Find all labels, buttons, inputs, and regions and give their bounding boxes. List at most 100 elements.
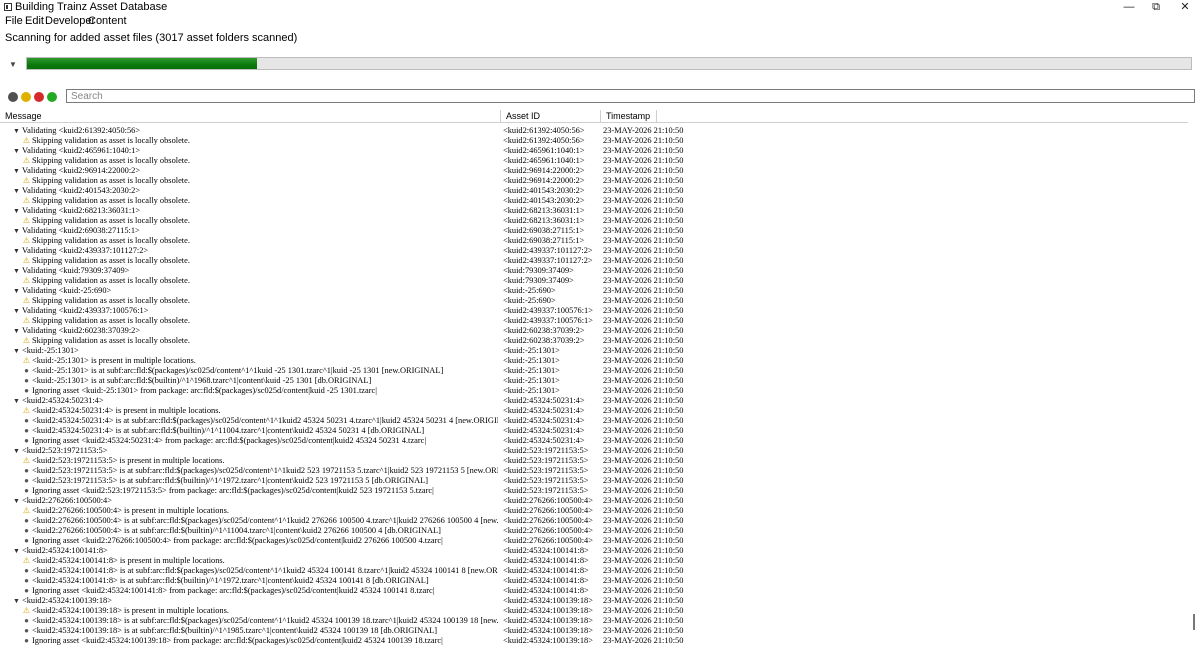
log-row[interactable]: ● <kuid2:45324:50231:4> is at subf:arc:fl… <box>0 416 1185 426</box>
log-row[interactable]: ● Ignoring asset <kuid2:45324:50231:4> fr… <box>0 436 1185 446</box>
log-row[interactable]: ⚠ Skipping validation as asset is locally… <box>0 296 1185 306</box>
expand-triangle-icon[interactable]: ▼ <box>12 146 21 156</box>
column-header-timestamp[interactable]: Timestamp <box>601 110 657 122</box>
log-row[interactable]: ⚠ <kuid2:45324:100141:8> is present in mu… <box>0 556 1185 566</box>
menu-content[interactable]: Content <box>88 15 127 27</box>
log-row[interactable]: ● Ignoring asset <kuid2:276266:100500:4> … <box>0 536 1185 546</box>
info-icon: ● <box>24 586 29 595</box>
log-row[interactable]: ⚠ <kuid2:523:19721153:5> is present in mu… <box>0 456 1185 466</box>
log-row[interactable]: ⚠ Skipping validation as asset is locally… <box>0 316 1185 326</box>
log-row[interactable]: ▼ <kuid:-25:1301> <kuid:-25:1301> 23-MAY-20… <box>0 346 1185 356</box>
log-row[interactable]: ● Ignoring asset <kuid2:45324:100139:18> … <box>0 636 1185 645</box>
log-row[interactable]: ⚠ <kuid2:45324:100139:18> is present in m… <box>0 606 1185 616</box>
log-message-text: Ignoring asset <kuid2:45324:100139:18> f… <box>32 636 443 645</box>
log-row[interactable]: ⚠ Skipping validation as asset is locally… <box>0 156 1185 166</box>
expand-triangle-icon[interactable]: ▼ <box>12 306 21 316</box>
log-row[interactable]: ▼ <kuid2:523:19721153:5> <kuid2:523:197211… <box>0 446 1185 456</box>
log-asset-id-cell: <kuid2:276266:100500:4> <box>503 496 593 505</box>
log-row[interactable]: ● <kuid2:45324:100141:8> is at subf:arc:f… <box>0 566 1185 576</box>
log-row[interactable]: ● <kuid2:45324:100139:18> is at subf:arc:… <box>0 626 1185 636</box>
log-row[interactable]: ▼ <kuid2:45324:100141:8> <kuid2:45324:1001… <box>0 546 1185 556</box>
log-row[interactable]: ▼ Validating <kuid2:96914:22000:2> <kuid2:… <box>0 166 1185 176</box>
column-header-message[interactable]: Message <box>0 110 501 122</box>
log-row[interactable]: ⚠ Skipping validation as asset is locally… <box>0 176 1185 186</box>
log-row[interactable]: ● Ignoring asset <kuid2:523:19721153:5> f… <box>0 486 1185 496</box>
vertical-scrollbar[interactable] <box>1188 122 1200 645</box>
filter-all-dot[interactable] <box>8 92 18 102</box>
log-row[interactable]: ⚠ Skipping validation as asset is locally… <box>0 216 1185 226</box>
log-row[interactable]: ▼ Validating <kuid2:439337:100576:1> <kuid… <box>0 306 1185 316</box>
menu-file[interactable]: File <box>5 15 23 27</box>
warning-icon: ⚠ <box>22 356 31 365</box>
expand-triangle-icon[interactable]: ▼ <box>12 186 21 196</box>
log-row[interactable]: ● <kuid:-25:1301> is at subf:arc:fld:$(pa… <box>0 366 1185 376</box>
menu-edit[interactable]: Edit <box>25 15 44 27</box>
log-row[interactable]: ● <kuid2:276266:100500:4> is at subf:arc:… <box>0 526 1185 536</box>
log-row[interactable]: ● Ignoring asset <kuid2:45324:100141:8> f… <box>0 586 1185 596</box>
log-row[interactable]: ⚠ Skipping validation as asset is locally… <box>0 236 1185 246</box>
log-row[interactable]: ▼ Validating <kuid2:401543:2030:2> <kuid2:… <box>0 186 1185 196</box>
maximize-button[interactable]: ⧉ <box>1145 0 1167 14</box>
log-row[interactable]: ▼ Validating <kuid2:465961:1040:1> <kuid2:… <box>0 146 1185 156</box>
expand-triangle-icon[interactable]: ▼ <box>12 286 21 296</box>
log-row[interactable]: ▼ Validating <kuid:-25:690> <kuid:-25:690>… <box>0 286 1185 296</box>
log-row[interactable]: ● Ignoring asset <kuid:-25:1301> from pac… <box>0 386 1185 396</box>
log-row[interactable]: ● <kuid2:276266:100500:4> is at subf:arc:… <box>0 516 1185 526</box>
log-message-text: <kuid2:45324:100141:8> <box>22 546 108 555</box>
log-asset-id-cell: <kuid2:276266:100500:4> <box>503 516 593 525</box>
log-row[interactable]: ▼ <kuid2:276266:100500:4> <kuid2:276266:10… <box>0 496 1185 506</box>
filter-warning-dot[interactable] <box>21 92 31 102</box>
log-row[interactable]: ⚠ Skipping validation as asset is locally… <box>0 276 1185 286</box>
log-row[interactable]: ● <kuid2:523:19721153:5> is at subf:arc:f… <box>0 476 1185 486</box>
expand-triangle-icon[interactable]: ▼ <box>12 126 21 136</box>
log-message-text: <kuid2:45324:100141:8> is present in mul… <box>32 556 225 565</box>
log-row[interactable]: ▼ <kuid2:45324:50231:4> <kuid2:45324:50231… <box>0 396 1185 406</box>
log-row[interactable]: ▼ <kuid2:45324:100139:18> <kuid2:45324:100… <box>0 596 1185 606</box>
log-row[interactable]: ▼ Validating <kuid:79309:37409> <kuid:7930… <box>0 266 1185 276</box>
expand-triangle-icon[interactable]: ▼ <box>12 326 21 336</box>
expand-triangle-icon[interactable]: ▼ <box>12 246 21 256</box>
log-row[interactable]: ● <kuid2:45324:100141:8> is at subf:arc:f… <box>0 576 1185 586</box>
log-row[interactable]: ▼ Validating <kuid2:68213:36031:1> <kuid2:… <box>0 206 1185 216</box>
log-row[interactable]: ▼ Validating <kuid2:69038:27115:1> <kuid2:… <box>0 226 1185 236</box>
log-row[interactable]: ● <kuid2:45324:50231:4> is at subf:arc:fl… <box>0 426 1185 436</box>
log-row[interactable]: ▼ Validating <kuid2:61392:4050:56> <kuid2:… <box>0 126 1185 136</box>
scroll-thumb[interactable] <box>1193 614 1195 630</box>
expand-triangle-icon[interactable]: ▼ <box>12 346 21 356</box>
expand-triangle-icon[interactable]: ▼ <box>12 596 21 606</box>
log-row[interactable]: ● <kuid2:523:19721153:5> is at subf:arc:f… <box>0 466 1185 476</box>
log-row[interactable]: ⚠ <kuid:-25:1301> is present in multiple … <box>0 356 1185 366</box>
log-row[interactable]: ● <kuid:-25:1301> is at subf:arc:fld:$(bu… <box>0 376 1185 386</box>
log-message-cell: ● <kuid2:45324:50231:4> is at subf:arc:fl… <box>0 426 498 436</box>
expand-triangle-icon[interactable]: ▼ <box>12 546 21 556</box>
warning-icon: ⚠ <box>22 176 31 185</box>
close-button[interactable]: ✕ <box>1174 0 1196 14</box>
log-row[interactable]: ⚠ Skipping validation as asset is locally… <box>0 336 1185 346</box>
log-message-cell: ⚠ Skipping validation as asset is locally… <box>0 176 498 186</box>
log-row[interactable]: ⚠ Skipping validation as asset is locally… <box>0 256 1185 266</box>
log-row[interactable]: ⚠ Skipping validation as asset is locally… <box>0 136 1185 146</box>
search-input[interactable] <box>66 89 1195 103</box>
collapse-arrow-icon[interactable]: ▼ <box>9 60 17 69</box>
expand-triangle-icon[interactable]: ▼ <box>12 496 21 506</box>
column-header-asset-id[interactable]: Asset ID <box>501 110 601 122</box>
log-message-text: <kuid:-25:1301> is present in multiple l… <box>32 356 196 365</box>
expand-triangle-icon[interactable]: ▼ <box>12 396 21 406</box>
log-row[interactable]: ▼ Validating <kuid2:439337:101127:2> <kuid… <box>0 246 1185 256</box>
expand-triangle-icon[interactable]: ▼ <box>12 166 21 176</box>
log-row[interactable]: ⚠ Skipping validation as asset is locally… <box>0 196 1185 206</box>
log-asset-id-cell: <kuid2:45324:100139:18> <box>503 616 593 625</box>
message-log-list[interactable]: ▼ Validating <kuid2:61392:4050:56> <kuid2:… <box>0 126 1200 645</box>
expand-triangle-icon[interactable]: ▼ <box>12 266 21 276</box>
log-row[interactable]: ▼ Validating <kuid2:60238:37039:2> <kuid2:… <box>0 326 1185 336</box>
expand-triangle-icon[interactable]: ▼ <box>12 206 21 216</box>
log-row[interactable]: ⚠ <kuid2:276266:100500:4> is present in m… <box>0 506 1185 516</box>
log-row[interactable]: ⚠ <kuid2:45324:50231:4> is present in mul… <box>0 406 1185 416</box>
expand-triangle-icon[interactable]: ▼ <box>12 226 21 236</box>
minimize-button[interactable]: — <box>1118 0 1140 14</box>
log-timestamp-cell: 23-MAY-2026 21:10:50 <box>603 146 684 155</box>
filter-ok-dot[interactable] <box>47 92 57 102</box>
expand-triangle-icon[interactable]: ▼ <box>12 446 21 456</box>
filter-error-dot[interactable] <box>34 92 44 102</box>
log-row[interactable]: ● <kuid2:45324:100139:18> is at subf:arc:… <box>0 616 1185 626</box>
